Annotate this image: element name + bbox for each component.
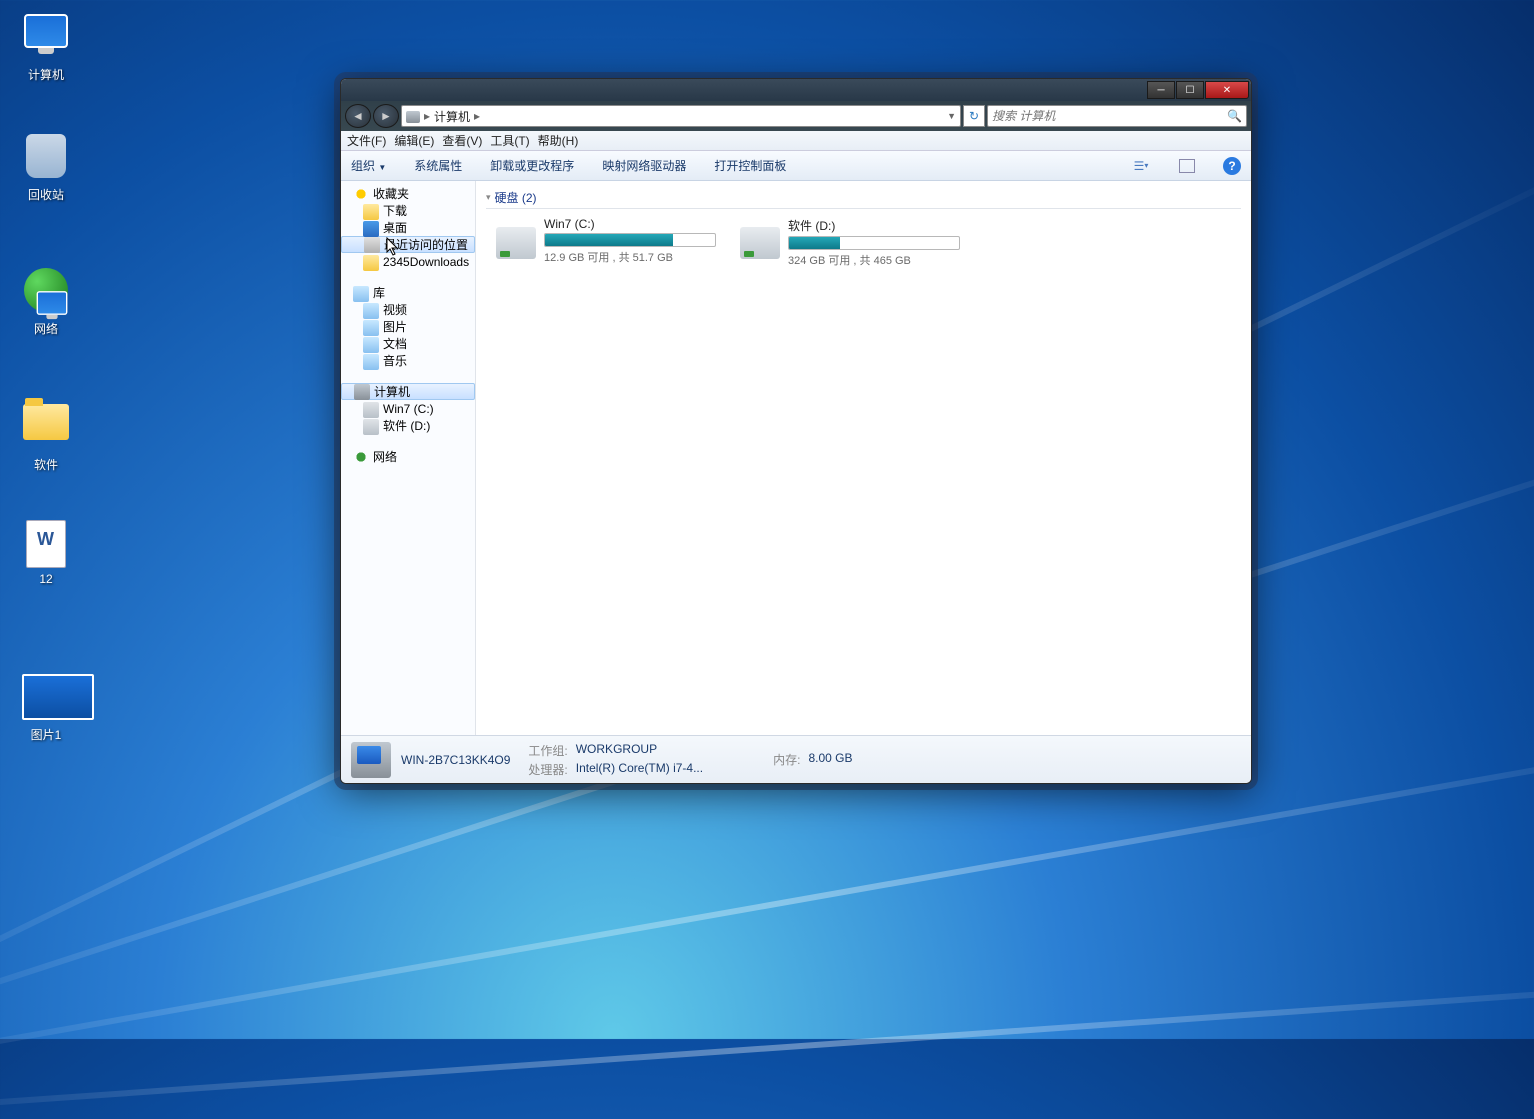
section-header-disks[interactable]: ▾ 硬盘 (2) <box>486 187 1241 209</box>
star-icon <box>353 186 369 202</box>
workgroup-value: WORKGROUP <box>576 742 703 759</box>
sidebar-documents[interactable]: 文档 <box>341 335 475 352</box>
breadcrumb-sep[interactable]: ▸ <box>474 109 480 123</box>
toolbar-mapdrive[interactable]: 映射网络驱动器 <box>602 157 686 174</box>
mem-label: 内存: <box>773 751 800 768</box>
desktop-label: 图片1 <box>4 726 88 743</box>
desktop-label: 网络 <box>4 320 88 337</box>
breadcrumb-sep: ▸ <box>424 109 430 123</box>
menu-file[interactable]: 文件(F) <box>347 132 386 149</box>
toolbar: 组织 ▼ 系统属性 卸载或更改程序 映射网络驱动器 打开控制面板 ☰ ▾ ? <box>341 151 1251 181</box>
view-mode-icon[interactable]: ☰ ▾ <box>1131 156 1151 176</box>
close-button[interactable]: ✕ <box>1205 81 1249 99</box>
picture-icon <box>363 320 379 336</box>
folder-icon <box>363 204 379 220</box>
desktop-icon-computer[interactable]: 计算机 <box>4 14 88 83</box>
toolbar-controlpanel[interactable]: 打开控制面板 <box>714 157 786 174</box>
navbar: ◄ ► ▸ 计算机 ▸ ▼ ↻ 🔍 <box>341 101 1251 131</box>
drive-name: 软件 (D:) <box>788 217 960 234</box>
maximize-button[interactable]: ☐ <box>1176 81 1204 99</box>
titlebar[interactable]: ─ ☐ ✕ <box>341 79 1251 101</box>
toolbar-sysprops[interactable]: 系统属性 <box>414 157 462 174</box>
search-icon[interactable]: 🔍 <box>1227 109 1242 123</box>
drive-usage-bar <box>544 233 716 247</box>
minimize-button[interactable]: ─ <box>1147 81 1175 99</box>
sidebar-favorites[interactable]: 收藏夹 <box>341 185 475 202</box>
search-box[interactable]: 🔍 <box>987 105 1247 127</box>
network-icon <box>353 449 369 465</box>
music-icon <box>363 354 379 370</box>
menubar: 文件(F) 编辑(E) 查看(V) 工具(T) 帮助(H) <box>341 131 1251 151</box>
drive-usage-bar <box>788 236 960 250</box>
desktop-label: 软件 <box>4 456 88 473</box>
toolbar-organize[interactable]: 组织 ▼ <box>351 157 386 174</box>
video-icon <box>363 303 379 319</box>
collapse-icon[interactable]: ▾ <box>486 192 491 203</box>
menu-help[interactable]: 帮助(H) <box>538 132 579 149</box>
desktop-icon-doc12[interactable]: 12 <box>4 520 88 586</box>
menu-tools[interactable]: 工具(T) <box>490 132 529 149</box>
drive-name: Win7 (C:) <box>544 217 716 231</box>
sidebar-downloads[interactable]: 下载 <box>341 202 475 219</box>
drive-icon <box>740 227 780 259</box>
cpu-value: Intel(R) Core(TM) i7-4... <box>576 761 703 778</box>
computer-icon <box>406 111 420 123</box>
desktop-icon-recycle[interactable]: 回收站 <box>4 134 88 203</box>
sidebar-drive-c[interactable]: Win7 (C:) <box>341 400 475 417</box>
breadcrumb[interactable]: 计算机 <box>434 108 470 125</box>
desktop-icon-software[interactable]: 软件 <box>4 398 88 473</box>
sidebar-drive-d[interactable]: 软件 (D:) <box>341 417 475 434</box>
sidebar-network[interactable]: 网络 <box>341 448 475 465</box>
sidebar-desktop[interactable]: 桌面 <box>341 219 475 236</box>
dropdown-icon[interactable]: ▼ <box>947 111 956 121</box>
computer-name: WIN-2B7C13KK4O9 <box>401 753 510 767</box>
back-button[interactable]: ◄ <box>345 104 371 128</box>
sidebar-libraries[interactable]: 库 <box>341 284 475 301</box>
help-icon[interactable]: ? <box>1223 157 1241 175</box>
mem-value: 8.00 GB <box>808 751 852 768</box>
preview-pane-icon[interactable] <box>1179 159 1195 173</box>
menu-edit[interactable]: 编辑(E) <box>394 132 434 149</box>
desktop-icon-pic1[interactable]: 图片1 <box>4 674 88 743</box>
content-pane: ▾ 硬盘 (2) Win7 (C:) 12.9 GB 可用 , 共 51.7 G… <box>476 181 1251 735</box>
workgroup-label: 工作组: <box>528 742 567 759</box>
drive-stat: 324 GB 可用 , 共 465 GB <box>788 252 960 268</box>
library-icon <box>353 286 369 302</box>
document-icon <box>363 337 379 353</box>
toolbar-uninstall[interactable]: 卸载或更改程序 <box>490 157 574 174</box>
computer-icon <box>351 742 391 778</box>
drive-d[interactable]: 软件 (D:) 324 GB 可用 , 共 465 GB <box>740 217 960 268</box>
folder-icon <box>363 255 379 271</box>
sidebar-music[interactable]: 音乐 <box>341 352 475 369</box>
sidebar-2345downloads[interactable]: 2345Downloads <box>341 253 475 270</box>
drive-icon <box>496 227 536 259</box>
computer-icon <box>354 384 370 400</box>
desktop-label: 12 <box>4 572 88 586</box>
drive-c[interactable]: Win7 (C:) 12.9 GB 可用 , 共 51.7 GB <box>496 217 716 268</box>
desktop-label: 计算机 <box>4 66 88 83</box>
drive-icon <box>363 402 379 418</box>
search-input[interactable] <box>992 109 1227 123</box>
recent-icon <box>364 237 380 253</box>
sidebar-computer[interactable]: 计算机 <box>341 383 475 400</box>
desktop-label: 回收站 <box>4 186 88 203</box>
desktop-icon <box>363 221 379 237</box>
sidebar-recent[interactable]: 最近访问的位置 <box>341 236 475 253</box>
section-label: 硬盘 (2) <box>495 189 537 206</box>
sidebar-pictures[interactable]: 图片 <box>341 318 475 335</box>
statusbar: WIN-2B7C13KK4O9 工作组: WORKGROUP 处理器: Inte… <box>341 735 1251 783</box>
sidebar: 收藏夹 下载 桌面 最近访问的位置 2345Downloads 库 视频 图片 … <box>341 181 476 735</box>
desktop-icon-network[interactable]: 网络 <box>4 268 88 337</box>
refresh-button[interactable]: ↻ <box>963 105 985 127</box>
explorer-window: ─ ☐ ✕ ◄ ► ▸ 计算机 ▸ ▼ ↻ 🔍 文件(F) 编辑(E) 查看(V… <box>340 78 1252 784</box>
address-bar[interactable]: ▸ 计算机 ▸ ▼ <box>401 105 961 127</box>
forward-button[interactable]: ► <box>373 104 399 128</box>
drive-icon <box>363 419 379 435</box>
cpu-label: 处理器: <box>528 761 567 778</box>
drive-stat: 12.9 GB 可用 , 共 51.7 GB <box>544 249 716 265</box>
sidebar-videos[interactable]: 视频 <box>341 301 475 318</box>
menu-view[interactable]: 查看(V) <box>442 132 482 149</box>
